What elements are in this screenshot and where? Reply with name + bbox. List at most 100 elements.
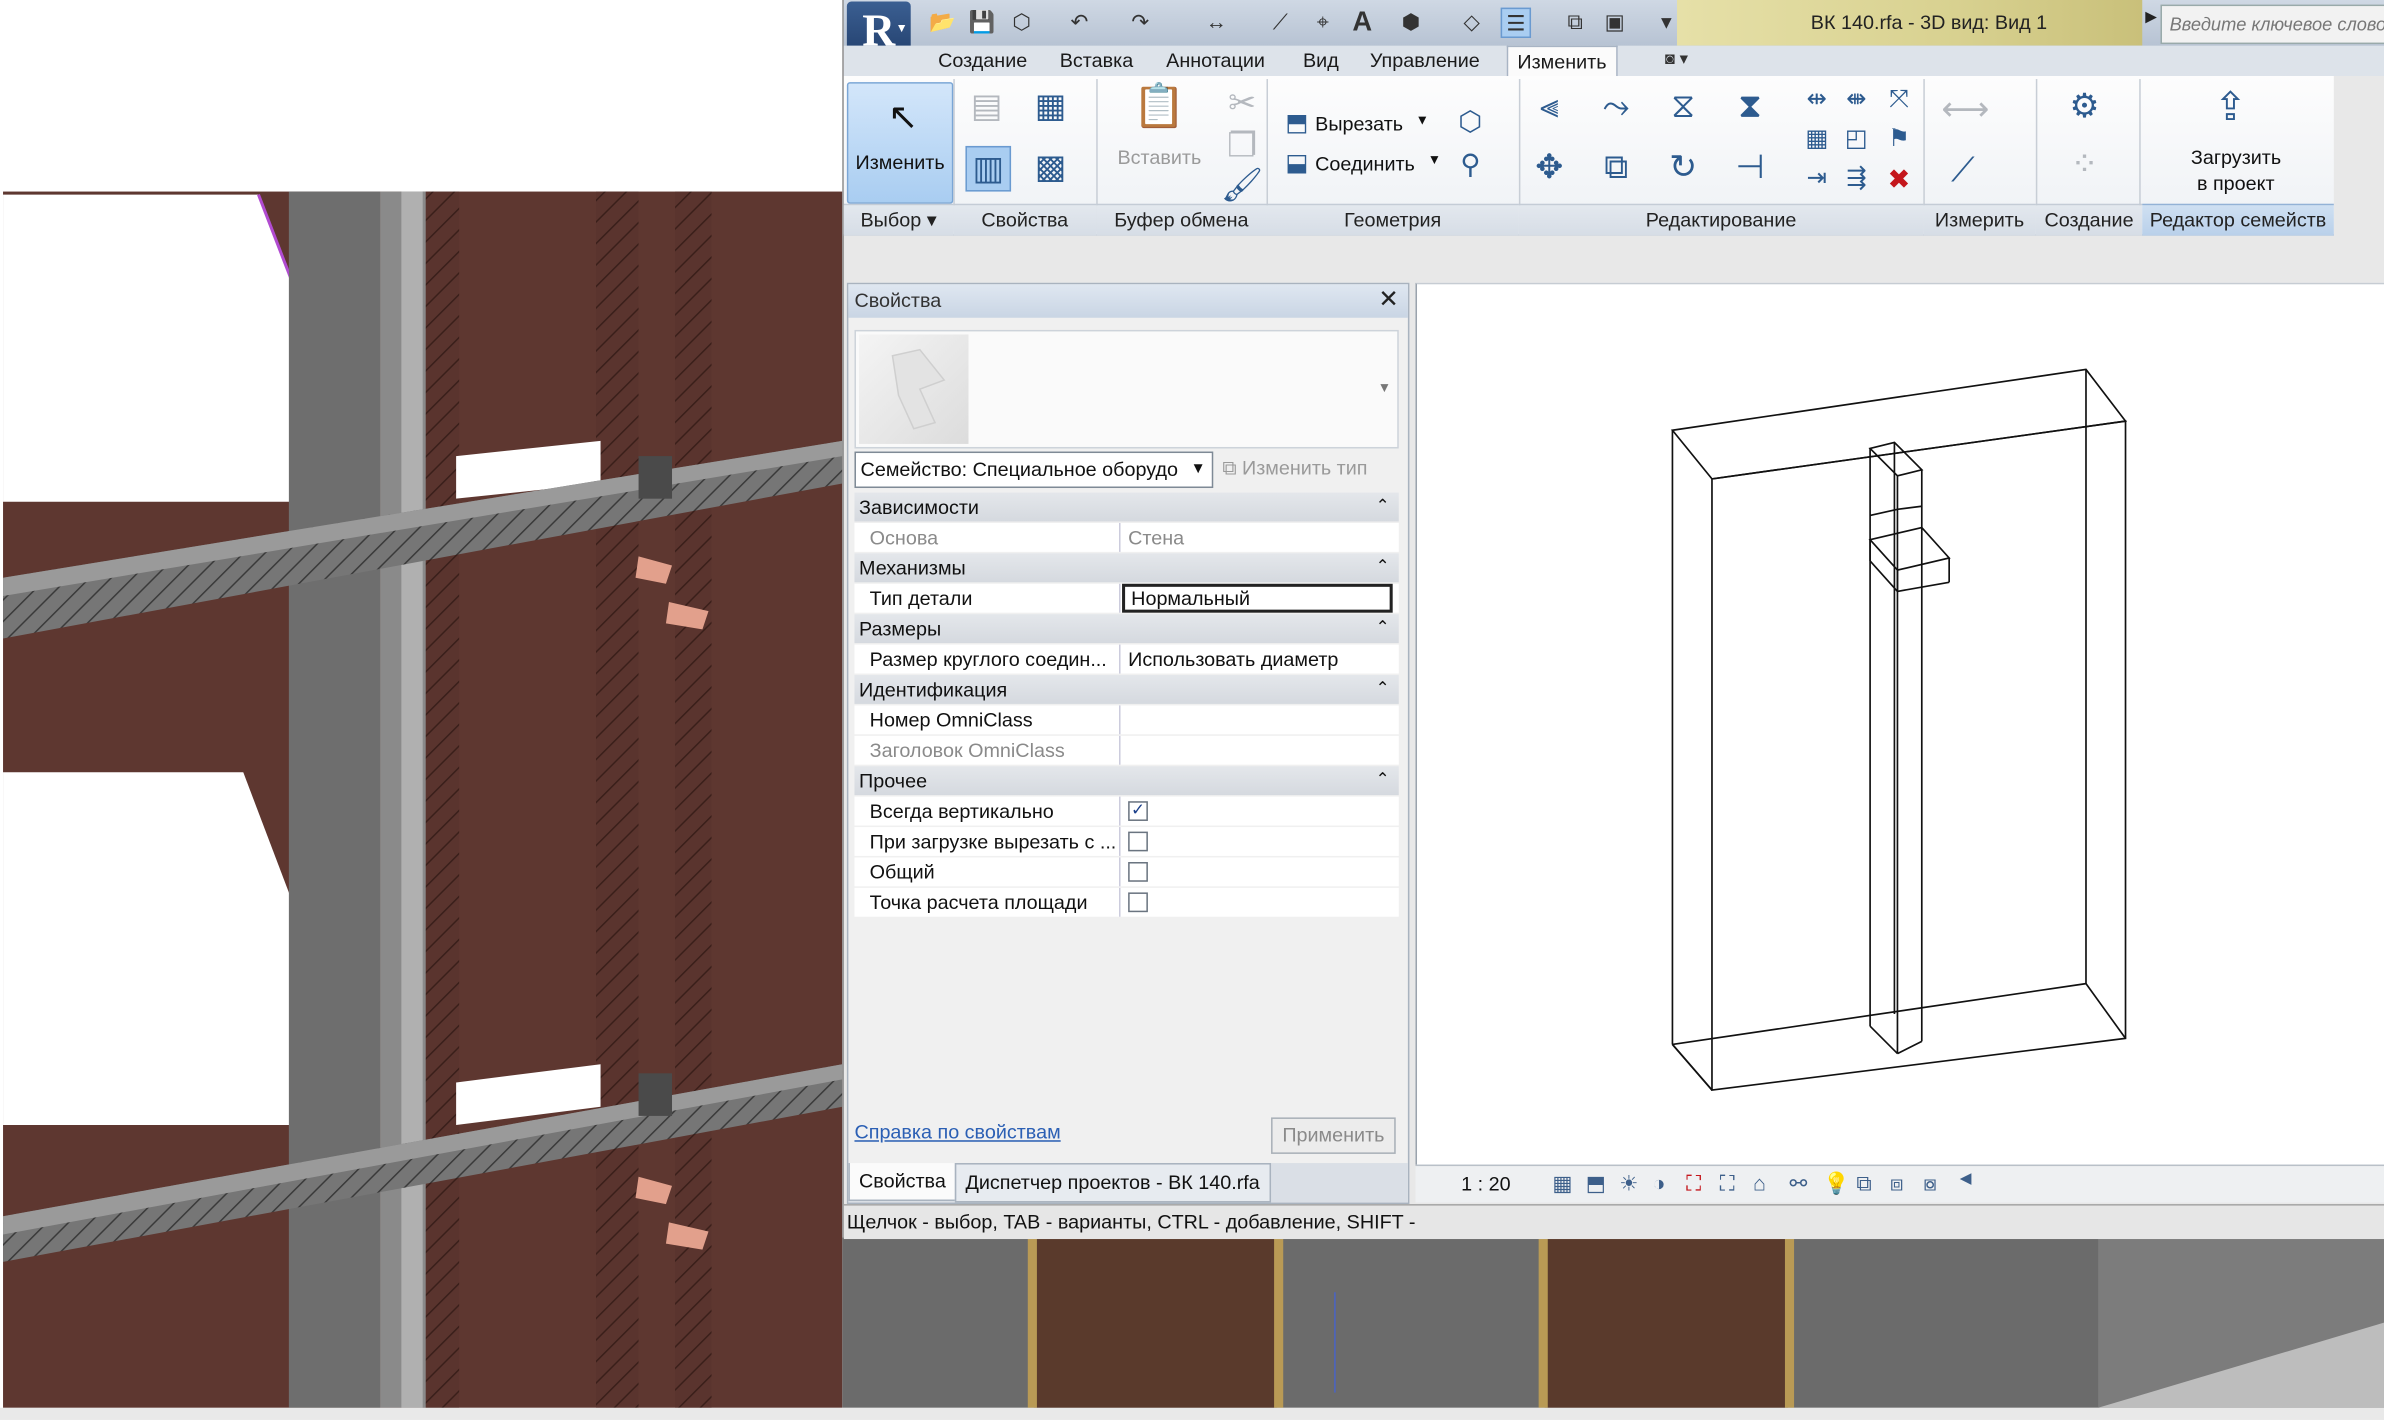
load-family-icon[interactable]: ▤ bbox=[965, 85, 1008, 128]
type-properties-icon[interactable]: ▩ bbox=[1029, 146, 1072, 189]
chevron-down-icon[interactable]: ▼ bbox=[1378, 380, 1392, 395]
analytical-model-icon[interactable]: ⧈ bbox=[1890, 1171, 1904, 1197]
sync-icon[interactable]: ⬡ bbox=[1008, 8, 1035, 35]
show-crop-icon[interactable]: ⛶ bbox=[1720, 1171, 1735, 1197]
open-icon[interactable]: 📂 bbox=[929, 8, 956, 35]
property-row[interactable]: Общий bbox=[854, 857, 1399, 887]
measure-icon[interactable]: ↔ bbox=[1203, 8, 1230, 35]
3d-view-canvas[interactable] bbox=[1415, 282, 2384, 1170]
measure-line-icon[interactable]: ⟋ bbox=[1942, 149, 1985, 192]
split-gap-icon[interactable]: ⇼ bbox=[1835, 79, 1878, 122]
group-constraints[interactable]: Зависимости ⌃ bbox=[854, 492, 1399, 522]
join-geometry-label[interactable]: Соединить bbox=[1315, 152, 1415, 175]
reveal-hidden-icon[interactable]: 💡 bbox=[1823, 1171, 1850, 1197]
mirror-axis-icon[interactable]: ⧖ bbox=[1662, 85, 1705, 128]
group-mechanical[interactable]: Механизмы ⌃ bbox=[854, 553, 1399, 583]
cut-with-voids-checkbox[interactable] bbox=[1128, 831, 1148, 852]
delete-icon[interactable]: ✖ bbox=[1878, 158, 1921, 201]
trim-extend-icon[interactable]: ⊣ bbox=[1729, 146, 1772, 189]
load-into-project-label-2[interactable]: в проект bbox=[2197, 172, 2275, 195]
move-icon[interactable]: ✥ bbox=[1528, 146, 1571, 189]
dimension-icon[interactable]: ⟷ bbox=[1942, 88, 1990, 131]
property-row[interactable]: Точка расчета площади bbox=[854, 887, 1399, 917]
edit-type-button[interactable]: ⧉ Изменить тип bbox=[1222, 452, 1367, 485]
switch-windows-icon[interactable]: ▣ bbox=[1601, 8, 1628, 35]
hide-isolate-icon[interactable]: ⚯ bbox=[1790, 1171, 1808, 1197]
apply-button[interactable]: Применить bbox=[1271, 1117, 1396, 1154]
lock-view-icon[interactable]: ⌂ bbox=[1753, 1171, 1766, 1195]
split-face-icon[interactable]: ⚲ bbox=[1449, 143, 1492, 186]
room-calc-point-checkbox[interactable] bbox=[1128, 892, 1148, 913]
tab-insert[interactable]: Вставка bbox=[1051, 46, 1143, 76]
trim-single-icon[interactable]: ⇥ bbox=[1796, 158, 1839, 201]
cut-geometry-label[interactable]: Вырезать bbox=[1315, 113, 1403, 136]
load-into-project-label-1[interactable]: Загрузить bbox=[2191, 146, 2281, 169]
offset-icon[interactable]: ⤳ bbox=[1595, 85, 1638, 128]
property-row[interactable]: Всегда вертикально ✓ bbox=[854, 796, 1399, 826]
family-types-icon[interactable]: ▦ bbox=[1029, 85, 1072, 128]
detail-level-icon[interactable]: ▦ bbox=[1552, 1171, 1572, 1197]
customize-toolbar-icon[interactable]: ▾ bbox=[1653, 8, 1680, 35]
property-row[interactable]: Номер OmniClass bbox=[854, 705, 1399, 735]
chevron-down-icon[interactable]: ▼ bbox=[1415, 113, 1429, 128]
properties-icon[interactable]: ▥ bbox=[965, 145, 1012, 192]
shared-checkbox[interactable] bbox=[1128, 862, 1148, 882]
property-row[interactable]: Тип детали Нормальный bbox=[854, 583, 1399, 613]
modify-button[interactable]: ↖ Изменить bbox=[846, 82, 954, 204]
tab-manage[interactable]: Управление bbox=[1361, 46, 1489, 76]
always-vertical-checkbox[interactable]: ✓ bbox=[1128, 801, 1148, 821]
tab-create[interactable]: Создание bbox=[929, 46, 1036, 76]
constraints-icon[interactable]: ⧇ bbox=[1923, 1171, 1937, 1197]
3d-view-icon[interactable]: ⬢ bbox=[1397, 8, 1424, 35]
trim-multiple-icon[interactable]: ⇶ bbox=[1835, 158, 1878, 201]
close-icon[interactable]: ✕ bbox=[1372, 284, 1398, 317]
tag-icon[interactable]: ⌖ bbox=[1309, 8, 1336, 35]
view-scale[interactable]: 1 : 20 bbox=[1461, 1172, 1510, 1195]
split-element-icon[interactable]: ⇹ bbox=[1796, 79, 1839, 122]
scale-icon[interactable]: ◰ bbox=[1835, 119, 1878, 162]
tab-view[interactable]: Вид bbox=[1294, 46, 1348, 76]
aligned-dimension-icon[interactable]: ⟋ bbox=[1266, 8, 1293, 35]
part-type-field[interactable]: Нормальный bbox=[1122, 583, 1393, 613]
family-filter-select[interactable]: Семейство: Специальное оборудо ▼ bbox=[854, 451, 1214, 489]
sun-path-icon[interactable]: ☀ bbox=[1619, 1171, 1638, 1197]
group-dimensions[interactable]: Размеры ⌃ bbox=[854, 614, 1399, 644]
copy-element-icon[interactable]: ⧉ bbox=[1595, 146, 1638, 189]
create-group-icon[interactable]: ⁘ bbox=[2063, 143, 2106, 186]
undo-icon[interactable]: ↶ bbox=[1066, 8, 1093, 35]
visual-style-icon[interactable]: ⬒ bbox=[1586, 1171, 1606, 1197]
save-icon[interactable]: 💾 bbox=[968, 8, 996, 35]
property-row[interactable]: Размер круглого соедин... Использовать ди… bbox=[854, 644, 1399, 674]
crop-view-icon[interactable]: ⛶ bbox=[1686, 1171, 1701, 1197]
chevron-left-icon[interactable]: ◀ bbox=[1960, 1171, 1972, 1188]
create-similar-icon[interactable]: ⚙ bbox=[2063, 85, 2106, 128]
tab-annotate[interactable]: Аннотации bbox=[1157, 46, 1274, 76]
array-icon[interactable]: ▦ bbox=[1796, 119, 1839, 162]
thin-lines-icon[interactable]: ☰ bbox=[1500, 7, 1532, 39]
properties-help-link[interactable]: Справка по свойствам bbox=[854, 1120, 1060, 1143]
cut-geometry-icon[interactable]: ⬒ bbox=[1276, 103, 1319, 146]
rotate-icon[interactable]: ↻ bbox=[1662, 146, 1705, 189]
match-properties-icon[interactable]: 🖌 bbox=[1221, 164, 1264, 207]
tab-modify[interactable]: Изменить bbox=[1506, 45, 1618, 80]
chevron-down-icon[interactable]: ▼ bbox=[1428, 152, 1442, 167]
group-identity[interactable]: Идентификация ⌃ bbox=[854, 675, 1399, 704]
section-icon[interactable]: ◇ bbox=[1458, 8, 1485, 35]
tab-properties[interactable]: Свойства bbox=[848, 1163, 957, 1202]
load-into-project-icon[interactable]: ⇪ bbox=[2209, 85, 2252, 128]
minimize-ribbon-icon[interactable]: ◙ ▾ bbox=[1665, 49, 1688, 68]
pin-icon[interactable]: ⚑ bbox=[1878, 119, 1921, 162]
mirror-draw-icon[interactable]: ⧗ bbox=[1729, 85, 1772, 128]
close-hidden-icon[interactable]: ⧉ bbox=[1561, 8, 1588, 35]
redo-icon[interactable]: ↷ bbox=[1127, 8, 1154, 35]
chevron-right-icon[interactable]: ▶ bbox=[2145, 9, 2157, 26]
type-selector[interactable]: ▼ bbox=[854, 329, 1399, 449]
align-icon[interactable]: ⫷ bbox=[1528, 85, 1571, 128]
text-icon[interactable]: A bbox=[1349, 8, 1376, 35]
search-input[interactable]: Введите ключевое слово bbox=[2160, 4, 2384, 45]
panel-select[interactable]: Выбор ▾ bbox=[843, 203, 954, 236]
join-geometry-icon[interactable]: ⬓ bbox=[1276, 143, 1319, 186]
shadows-icon[interactable]: ◑ bbox=[1653, 1171, 1666, 1195]
wall-joins-icon[interactable]: ⬡ bbox=[1449, 100, 1492, 143]
temp-properties-icon[interactable]: ⧉ bbox=[1856, 1171, 1871, 1197]
